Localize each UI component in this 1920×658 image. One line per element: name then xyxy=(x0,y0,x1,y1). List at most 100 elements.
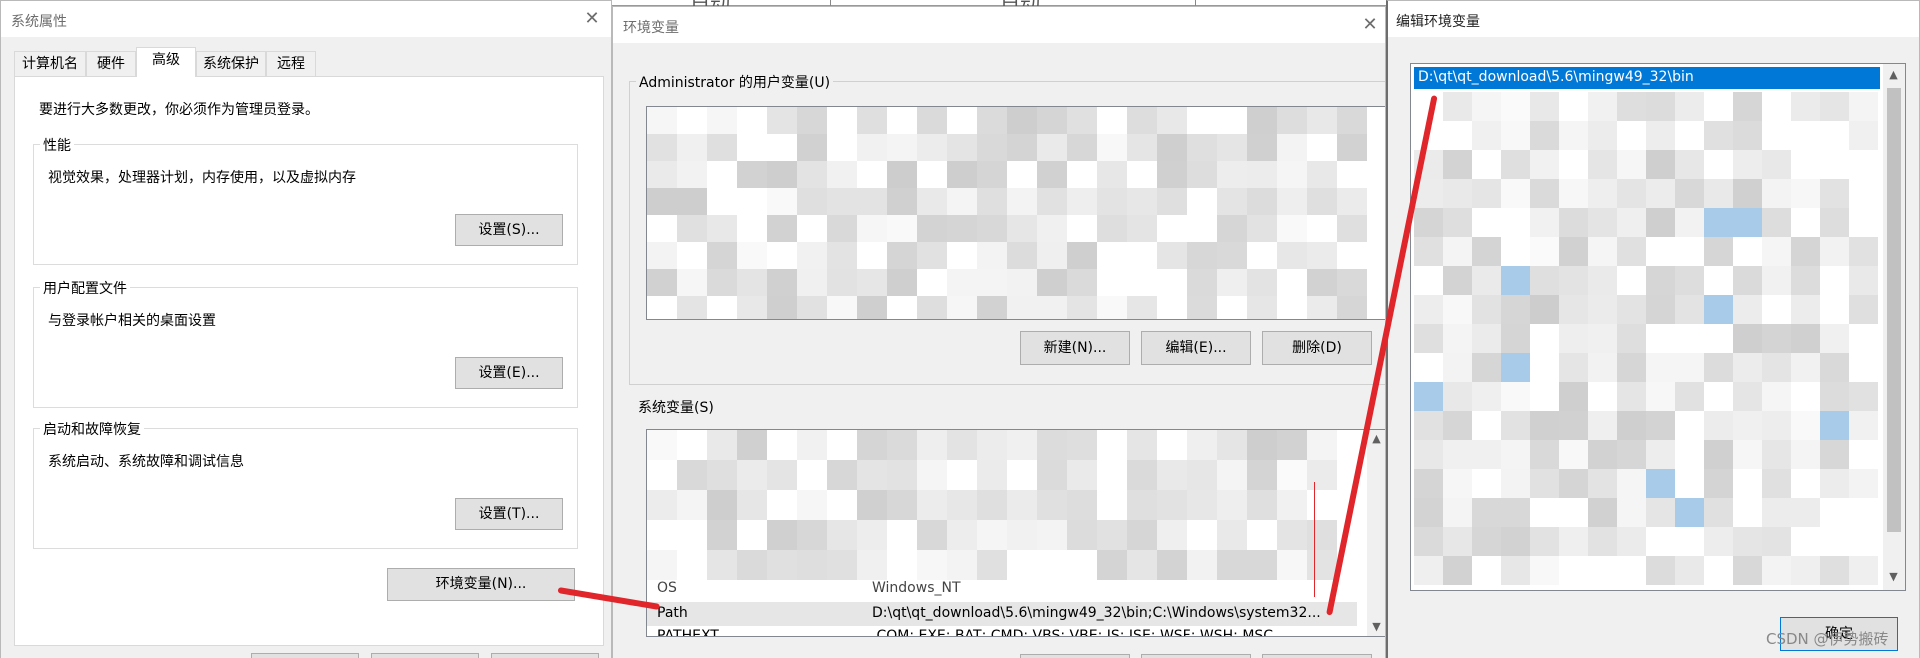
redacted-pixel xyxy=(1675,150,1704,179)
redacted-pixel xyxy=(1247,296,1277,319)
table-row[interactable]: PATHEXT .COM;.EXE;.BAT;.CMD;.VBS;.VBE;.J… xyxy=(647,628,1347,637)
redacted-pixel xyxy=(1617,150,1646,179)
redacted-pixel xyxy=(1414,411,1443,440)
redacted-pixel xyxy=(1414,556,1443,585)
redacted-pixel xyxy=(1791,440,1820,469)
redacted-pixel xyxy=(1277,134,1307,161)
redacted-pixel xyxy=(1617,469,1646,498)
close-icon[interactable]: ✕ xyxy=(577,7,607,31)
redacted-pixel xyxy=(1646,556,1675,585)
redacted-pixel xyxy=(1067,460,1097,490)
apply-button-partial[interactable] xyxy=(491,653,599,658)
redacted-pixel xyxy=(1157,490,1187,520)
redacted-pixel xyxy=(1588,121,1617,150)
redacted-pixel xyxy=(1187,134,1217,161)
system-delete-button-partial[interactable] xyxy=(1262,654,1372,658)
list-item-selected[interactable]: D:\qt\qt_download\5.6\mingw49_32\bin xyxy=(1414,67,1880,89)
chevron-down-icon[interactable]: ▼ xyxy=(1885,570,1902,583)
redacted-pixel xyxy=(917,490,947,520)
redacted-pixel xyxy=(707,269,737,296)
close-icon[interactable]: ✕ xyxy=(1355,13,1385,37)
redacted-pixel xyxy=(1530,237,1559,266)
system-variables-scrollbar[interactable]: ▲ ▼ xyxy=(1367,430,1385,636)
redacted-pixel xyxy=(1037,520,1067,550)
redacted-pixel xyxy=(1675,556,1704,585)
redacted-pixel xyxy=(1530,469,1559,498)
redacted-pixel xyxy=(1501,469,1530,498)
user-variables-list[interactable] xyxy=(646,106,1385,320)
redacted-pixel xyxy=(1762,440,1791,469)
redacted-pixel xyxy=(1277,188,1307,215)
env-vars-titlebar: 环境变量 ✕ xyxy=(613,7,1385,43)
redacted-pixel xyxy=(1247,188,1277,215)
redacted-pixel xyxy=(1443,324,1472,353)
redacted-pixel xyxy=(1501,295,1530,324)
scrollbar-thumb[interactable] xyxy=(1887,88,1901,532)
redacted-pixel xyxy=(767,215,797,242)
system-variables-list[interactable]: OS Windows_NT Path D:\qt\qt_download\5.6… xyxy=(646,429,1385,637)
redacted-pixel xyxy=(647,550,677,580)
redacted-pixel xyxy=(1443,266,1472,295)
redacted-pixel xyxy=(1617,324,1646,353)
redacted-pixel xyxy=(1472,498,1501,527)
startup-recovery-settings-button[interactable]: 设置(T)... xyxy=(455,498,563,530)
path-entries-scrollbar[interactable]: ▲ ▼ xyxy=(1883,64,1905,590)
redacted-pixel xyxy=(1472,179,1501,208)
redacted-pixel xyxy=(827,550,857,580)
redacted-pixel xyxy=(1820,469,1849,498)
redacted-pixel xyxy=(1307,161,1337,188)
user-delete-button[interactable]: 删除(D) xyxy=(1262,331,1372,365)
user-edit-button[interactable]: 编辑(E)... xyxy=(1141,331,1251,365)
table-row[interactable]: OS Windows_NT xyxy=(647,580,1347,602)
user-profiles-settings-button[interactable]: 设置(E)... xyxy=(455,357,563,389)
chevron-down-icon[interactable]: ▼ xyxy=(1368,620,1385,633)
chevron-up-icon[interactable]: ▲ xyxy=(1368,432,1385,445)
redacted-pixel xyxy=(1007,296,1037,319)
redacted-pixel xyxy=(1307,269,1337,296)
redacted-pixel xyxy=(1472,527,1501,556)
redacted-pixel xyxy=(827,161,857,188)
variable-value: .COM;.EXE;.BAT;.CMD;.VBS;.VBE;.JS;.JSE;.… xyxy=(872,628,1274,637)
redacted-pixel xyxy=(857,134,887,161)
redacted-pixel xyxy=(1762,556,1791,585)
redacted-pixel xyxy=(1247,490,1277,520)
redacted-pixel xyxy=(1733,179,1762,208)
redacted-pixel xyxy=(1097,134,1127,161)
redacted-pixel xyxy=(1217,490,1247,520)
redacted-pixel xyxy=(857,188,887,215)
tab-hardware[interactable]: 硬件 xyxy=(86,51,136,76)
system-edit-button-partial[interactable] xyxy=(1141,654,1251,658)
table-row-path[interactable]: Path D:\qt\qt_download\5.6\mingw49_32\bi… xyxy=(647,602,1357,626)
redacted-pixel xyxy=(1646,208,1675,237)
redacted-pixel xyxy=(1217,188,1247,215)
redacted-pixel xyxy=(1820,411,1849,440)
redacted-pixel xyxy=(767,107,797,134)
path-entries-list[interactable]: D:\qt\qt_download\5.6\mingw49_32\bin ▲ ▼ xyxy=(1410,63,1906,591)
redacted-pixel xyxy=(887,490,917,520)
redacted-pixel xyxy=(1559,382,1588,411)
redacted-pixel xyxy=(977,134,1007,161)
ok-button-partial[interactable] xyxy=(251,653,359,658)
environment-variables-button[interactable]: 环境变量(N)... xyxy=(387,568,575,601)
redacted-pixel xyxy=(1501,498,1530,527)
redacted-pixel xyxy=(707,550,737,580)
cancel-button-partial[interactable] xyxy=(371,653,479,658)
redacted-pixel xyxy=(917,550,947,580)
tab-computer-name[interactable]: 计算机名 xyxy=(14,51,86,76)
redacted-pixel xyxy=(1617,179,1646,208)
redacted-pixel xyxy=(1307,242,1337,269)
performance-settings-button[interactable]: 设置(S)... xyxy=(455,214,563,246)
tab-advanced[interactable]: 高级 xyxy=(136,47,196,77)
redacted-pixel xyxy=(1530,556,1559,585)
redacted-pixel xyxy=(1501,527,1530,556)
system-new-button-partial[interactable] xyxy=(1020,654,1130,658)
tab-system-protection[interactable]: 系统保护 xyxy=(196,51,266,76)
redacted-pixel xyxy=(917,296,947,319)
redacted-pixel xyxy=(1617,440,1646,469)
user-new-button[interactable]: 新建(N)... xyxy=(1020,331,1130,365)
redacted-pixel xyxy=(1617,527,1646,556)
redacted-pixel xyxy=(1157,520,1187,550)
redacted-pixel xyxy=(1067,430,1097,460)
tab-remote[interactable]: 远程 xyxy=(266,51,316,76)
chevron-up-icon[interactable]: ▲ xyxy=(1885,68,1902,81)
